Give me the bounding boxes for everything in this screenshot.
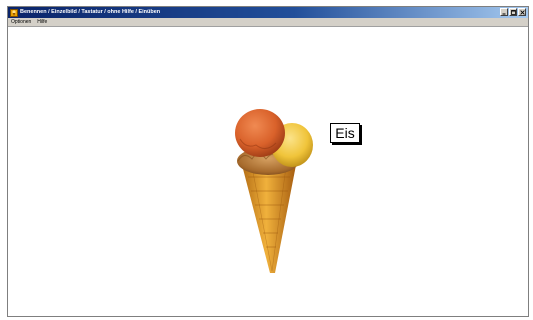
close-button[interactable] — [518, 8, 526, 16]
title-bar[interactable]: Benennen / Einzelbild / Tastatur / ohne … — [8, 7, 528, 18]
app-window: Benennen / Einzelbild / Tastatur / ohne … — [7, 6, 529, 317]
minimize-icon — [502, 13, 505, 14]
menu-bar: Optionen Hilfe — [8, 18, 528, 27]
menu-hilfe[interactable]: Hilfe — [34, 18, 50, 26]
content-area: Eis — [8, 27, 528, 316]
word-label: Eis — [335, 125, 355, 141]
maximize-icon — [510, 9, 516, 15]
close-icon — [519, 9, 525, 15]
maximize-button[interactable] — [509, 8, 517, 16]
window-title: Benennen / Einzelbild / Tastatur / ohne … — [20, 9, 161, 15]
word-card: Eis — [330, 123, 360, 143]
app-icon[interactable] — [10, 8, 18, 17]
window-controls — [500, 8, 526, 16]
ice-cream-cone-image — [235, 109, 313, 273]
minimize-button[interactable] — [500, 8, 508, 16]
menu-optionen[interactable]: Optionen — [8, 18, 34, 26]
